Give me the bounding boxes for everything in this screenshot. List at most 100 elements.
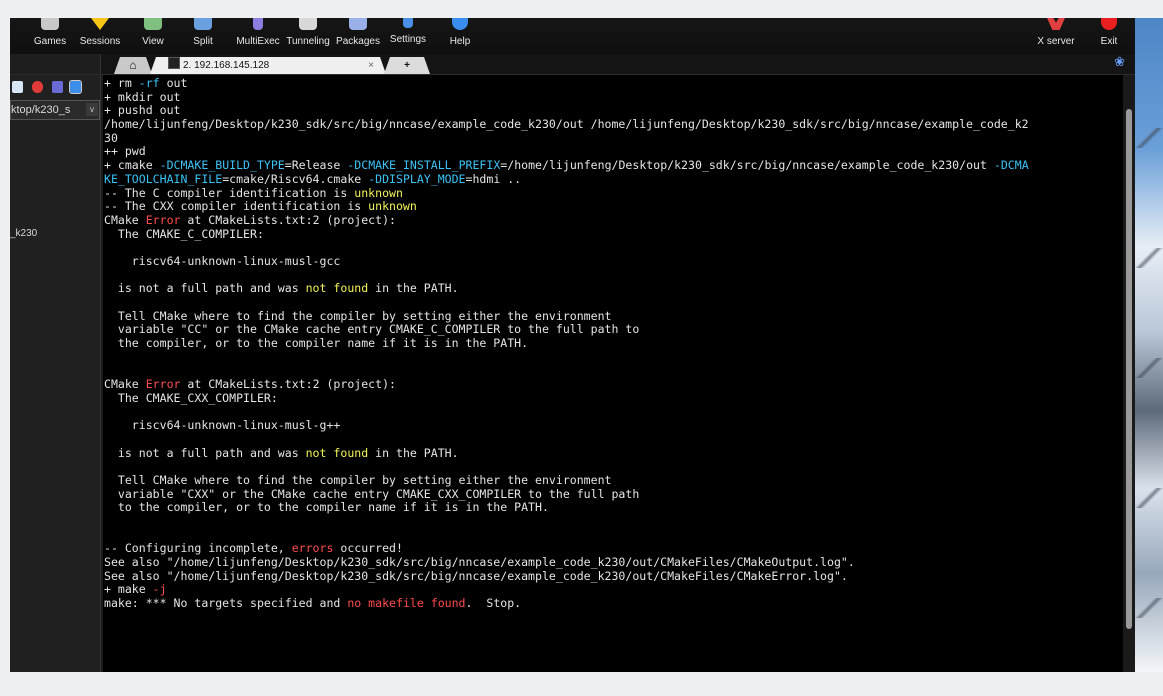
toolbar-settings-button[interactable]: Settings [388, 18, 428, 54]
terminal-line: variable "CXX" or the CMake cache entry … [104, 486, 1122, 502]
terminal-segment: The CMAKE_C_COMPILER: [104, 226, 264, 241]
terminal-segment: not found [305, 445, 369, 460]
terminal-line: riscv64-unknown-linux-musl-gcc [104, 253, 1122, 269]
terminal-segment: errors [291, 541, 334, 556]
terminal-segment: out [159, 76, 188, 90]
terminal-segment: =/home/lijunfeng/Desktop/k230_sdk/src/bi… [500, 158, 994, 173]
terminal-segment: /home/lijunfeng/Desktop/k230_sdk/src/big… [104, 117, 1029, 132]
terminal-line: variable "CC" or the CMake cache entry C… [104, 323, 1122, 337]
file-tree-item[interactable]: _k230 [10, 228, 37, 239]
terminal-line: See also "/home/lijunfeng/Desktop/k230_s… [104, 568, 1122, 584]
terminal-segment: -j [152, 582, 167, 597]
gamepad-icon [41, 18, 59, 30]
rename-icon[interactable] [52, 81, 63, 93]
terminal-segment: -- Configuring incomplete, [104, 541, 292, 556]
terminal-segment: variable "CXX" or the CMake cache entry … [104, 486, 640, 501]
help-icon [452, 18, 468, 30]
terminal-segment: Error [145, 377, 181, 392]
tab-bar: ⌂ 2. 192.168.145.128 × + ❀ [10, 54, 1135, 75]
panel-icon[interactable] [69, 80, 82, 94]
terminal-line: ++ pwd [104, 145, 1122, 159]
home-icon: ⌂ [129, 58, 137, 72]
terminal-segment: =Release [284, 158, 348, 173]
terminal-segment: variable "CC" or the CMake cache entry C… [104, 322, 640, 337]
toolbar-exit-button[interactable]: Exit [1094, 18, 1124, 54]
terminal-line: See also "/home/lijunfeng/Desktop/k230_s… [104, 555, 1122, 570]
terminal-segment: 30 [104, 130, 118, 145]
terminal-segment: at CMakeLists.txt:2 (project): [180, 212, 396, 227]
terminal-line: is not a full path and was not found in … [104, 445, 1122, 461]
terminal-line: /home/lijunfeng/Desktop/k230_sdk/src/big… [104, 117, 1122, 132]
terminal-line: KE_TOOLCHAIN_FILE=cmake/Riscv64.cmake -D… [104, 171, 1122, 187]
tab-session-2[interactable]: 2. 192.168.145.128 × [150, 57, 386, 74]
toolbar-help-button[interactable]: Help [446, 18, 474, 54]
terminal-segment: riscv64-unknown-linux-musl-gcc [104, 253, 341, 268]
path-combobox[interactable]: ktop/k230_s v [10, 100, 100, 120]
toolbar-tunneling-button[interactable]: Tunneling [283, 18, 333, 54]
close-tab-icon[interactable]: × [368, 57, 374, 74]
new-tab-button[interactable]: + [384, 57, 430, 74]
terminal-line: CMake Error at CMakeLists.txt:2 (project… [104, 212, 1122, 228]
terminal-segment: Tell CMake where to find the compiler by… [104, 472, 612, 487]
terminal-segment: -DDISPLAY_MODE [368, 171, 466, 186]
toolbar-packages-button[interactable]: Packages [335, 18, 381, 54]
toolbar-sessions-button[interactable]: Sessions [78, 18, 122, 54]
terminal-segment: + pushd out [104, 103, 181, 118]
tab-session-label: 2. 192.168.145.128 [183, 60, 270, 71]
terminal-line: riscv64-unknown-linux-musl-g++ [104, 418, 1122, 433]
terminal-segment: in the PATH. [368, 281, 459, 296]
terminal-line: the compiler, or to the compiler name if… [104, 336, 1122, 351]
toolbar-multiexec-button[interactable]: MultiExec [232, 18, 284, 54]
tab-home[interactable]: ⌂ [114, 57, 152, 74]
terminal-segment: the compiler, or to the compiler name if… [104, 336, 529, 351]
terminal-segment: See also "/home/lijunfeng/Desktop/k230_s… [104, 568, 848, 583]
terminal-segment: unknown [368, 199, 417, 214]
toolbar-view-button[interactable]: View [138, 18, 168, 54]
toolbar-split-button[interactable]: Split [188, 18, 218, 54]
monitoring-checkbox-label[interactable]: monitoring [10, 670, 66, 672]
file-icon[interactable] [12, 81, 23, 93]
terminal-segment: -- The CXX compiler identification is [104, 199, 369, 214]
paperclip-icon[interactable]: ❀ [1114, 55, 1125, 70]
terminal-scrollbar[interactable] [1123, 75, 1135, 672]
toolbar-xserver-button[interactable]: X server [1032, 18, 1080, 54]
terminal-segment: Tell CMake where to find the compiler by… [104, 308, 612, 323]
terminal-segment: is not a full path and was [104, 281, 306, 296]
xserver-icon [1047, 18, 1065, 30]
terminal-segment: CMake [104, 377, 146, 392]
terminal-line: + mkdir out [104, 89, 1122, 105]
terminal-segment: not found [305, 281, 369, 296]
terminal-line: + make -j [104, 583, 1122, 597]
sftp-sidebar: ktop/k230_s v _k230 monitoring [10, 75, 101, 672]
terminal-segment: =hdmi .. [465, 171, 522, 186]
toolbar-games-button[interactable]: Games [32, 18, 68, 54]
terminal-segment: =cmake/Riscv64.cmake [222, 171, 369, 186]
power-icon [1101, 18, 1117, 30]
split-icon [194, 18, 212, 30]
terminal-line: make: *** No targets specified and no ma… [104, 596, 1122, 611]
terminal-segment: no makefile found [347, 596, 466, 611]
tunneling-icon [299, 18, 317, 30]
terminal-line: -- Configuring incomplete, errors occurr… [104, 542, 1122, 556]
terminal-segment: + mkdir out [104, 89, 181, 104]
terminal-output[interactable]: + rm -rf out + mkdir out + pushd out/home/… [103, 75, 1123, 672]
scrollbar-thumb[interactable] [1126, 109, 1132, 629]
terminal-segment: -DCMAKE_BUILD_TYPE [159, 158, 285, 173]
delete-icon[interactable] [32, 81, 43, 93]
view-icon [144, 18, 162, 30]
terminal-segment: The CMAKE_CXX_COMPILER: [104, 390, 278, 405]
terminal-segment: unknown [354, 185, 403, 200]
plus-icon: + [404, 60, 410, 71]
chevron-down-icon[interactable]: v [86, 103, 98, 116]
terminal-segment: + make [104, 582, 153, 597]
terminal-line: Tell CMake where to find the compiler by… [104, 308, 1122, 324]
terminal-segment: -DCMAKE_INSTALL_PREFIX [347, 158, 501, 173]
terminal-line: -- The C compiler identification is unkn… [104, 185, 1122, 201]
terminal-segment: KE_TOOLCHAIN_FILE [104, 171, 223, 186]
terminal-segment: occurred! [333, 541, 403, 556]
